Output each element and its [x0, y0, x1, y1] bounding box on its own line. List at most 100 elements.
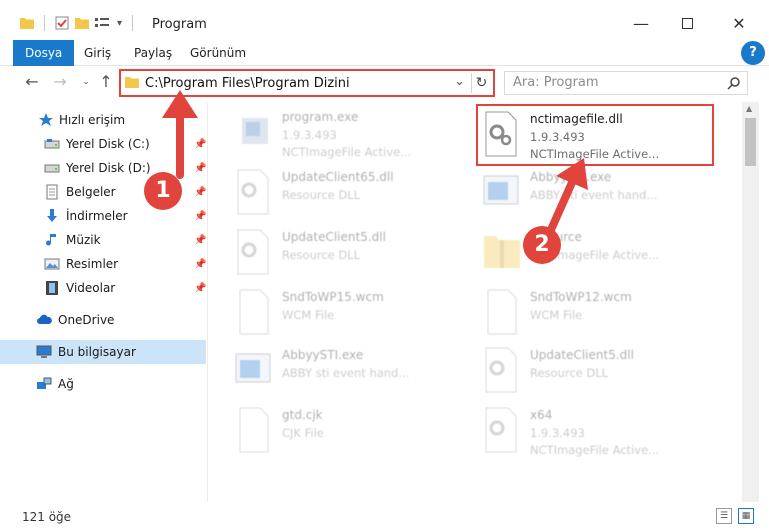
pin-icon[interactable]: 📌 — [194, 235, 206, 246]
search-input[interactable]: Ara: Program — [513, 75, 599, 90]
file-detail: Resource DLL — [282, 188, 361, 202]
address-path[interactable]: C:\Program Files\Program Dizini — [145, 76, 350, 91]
customize-view-icon[interactable] — [95, 17, 111, 29]
file-item[interactable]: SndToWP12.wcm WCM File — [482, 288, 718, 346]
refresh-button[interactable]: ↻ — [471, 73, 491, 93]
forward-button[interactable]: → — [50, 72, 70, 92]
dll-gear-icon — [237, 229, 269, 275]
file-detail: Resource DLL — [530, 366, 609, 380]
nav-quick-access[interactable]: Hızlı erişim — [0, 108, 206, 132]
pin-icon[interactable]: 📌 — [194, 259, 206, 270]
close-icon: ✕ — [732, 13, 746, 33]
maximize-button[interactable] — [664, 8, 710, 38]
file-item[interactable]: x64 1.9.3.493 NCTImageFile Active... — [482, 406, 718, 464]
details-view-button[interactable]: ☰ — [716, 508, 732, 524]
up-button[interactable]: ↑ — [96, 72, 116, 92]
file-item[interactable]: resource NCTImageFile Active... — [482, 228, 718, 286]
file-item[interactable]: UpdateClient5.dll Resource DLL — [482, 346, 718, 404]
tab-giris[interactable]: Giriş — [72, 40, 123, 66]
blank-file-icon — [239, 289, 269, 335]
file-item[interactable]: program.exe 1.9.3.493 NCTImageFile Activ… — [234, 108, 470, 166]
pane-divider[interactable] — [207, 102, 208, 502]
nav-label: OneDrive — [58, 313, 115, 327]
recent-locations-button[interactable]: ⌄ — [76, 72, 96, 92]
file-detail: 1.9.3.493 — [530, 130, 585, 144]
folder-zip-icon — [484, 236, 520, 268]
pin-icon[interactable]: 📌 — [194, 163, 206, 174]
nav-this-pc[interactable]: Bu bilgisayar — [0, 340, 206, 364]
pin-icon[interactable]: 📌 — [194, 211, 206, 222]
download-arrow-icon — [47, 209, 57, 222]
help-button[interactable]: ? — [741, 41, 765, 65]
file-item[interactable]: AbbyySTI.exe ABBY sti event hand... — [234, 346, 470, 404]
nav-videolar[interactable]: Videolar 📌 — [0, 276, 206, 300]
nav-muzik[interactable]: Müzik 📌 — [0, 228, 206, 252]
search-icon[interactable] — [727, 76, 741, 90]
qat-dropdown-icon[interactable]: ▾ — [117, 18, 122, 29]
tab-dosya[interactable]: Dosya — [13, 40, 75, 66]
file-item-nctimagefile-dll[interactable]: nctimagefile.dll 1.9.3.493 NCTImageFile … — [476, 104, 714, 166]
music-note-icon — [46, 234, 56, 246]
maximize-icon — [681, 17, 693, 29]
new-folder-icon[interactable] — [75, 17, 89, 29]
file-name: SndToWP15.wcm — [282, 290, 384, 304]
pin-icon[interactable]: 📌 — [194, 139, 206, 150]
cloud-icon — [37, 314, 52, 324]
file-item[interactable]: UpdateClient65.dll Resource DLL — [234, 168, 470, 226]
file-detail: WCM File — [282, 308, 335, 322]
folder-icon — [125, 77, 139, 88]
item-count: 121 öğe — [22, 510, 72, 524]
address-dropdown-icon[interactable]: ⌄ — [454, 74, 465, 89]
file-detail: NCTImageFile Active... — [282, 145, 412, 159]
scroll-thumb[interactable] — [745, 118, 756, 166]
nav-indirmeler[interactable]: İndirmeler 📌 — [0, 204, 206, 228]
qat-separator-2 — [132, 15, 134, 31]
nav-label: Yerel Disk (D:) — [66, 161, 151, 175]
nav-onedrive[interactable]: OneDrive — [0, 308, 206, 332]
pin-icon[interactable]: 📌 — [194, 283, 206, 294]
file-item[interactable]: gtd.cjk CJK File — [234, 406, 470, 464]
file-item[interactable]: SndToWP15.wcm WCM File — [234, 288, 470, 346]
file-name: SndToWP12.wcm — [530, 290, 632, 304]
tab-paylas[interactable]: Paylaş — [122, 40, 184, 66]
navigation-pane: Hızlı erişim Yerel Disk (C:) 📌 Yerel Dis… — [0, 102, 206, 502]
file-item[interactable]: AbbyySTI.exe ABBY sti event hand... — [482, 168, 718, 226]
nav-resimler[interactable]: Resimler 📌 — [0, 252, 206, 276]
drive-icon — [44, 164, 60, 173]
properties-check-icon[interactable] — [55, 16, 69, 30]
file-detail: CJK File — [282, 426, 324, 440]
file-detail: ABBY sti event hand... — [530, 188, 658, 202]
nav-network[interactable]: Ağ — [0, 372, 206, 396]
pin-icon[interactable]: 📌 — [194, 187, 206, 198]
window-title: Program — [152, 17, 207, 32]
picture-icon — [44, 258, 60, 270]
tab-gorunum[interactable]: Görünüm — [178, 40, 258, 66]
title-bar: ▾ Program — ✕ — [0, 0, 769, 40]
nav-label: Yerel Disk (C:) — [66, 137, 150, 151]
minimize-button[interactable]: — — [618, 8, 664, 38]
address-bar[interactable]: C:\Program Files\Program Dizini ⌄ ↻ — [119, 69, 495, 97]
file-name: UpdateClient5.dll — [282, 230, 386, 244]
status-bar: 121 öğe ☰ ▦ — [0, 502, 769, 531]
close-button[interactable]: ✕ — [716, 8, 762, 38]
scroll-up-icon[interactable]: ▲ — [746, 104, 752, 113]
details-view-icon: ☰ — [719, 511, 729, 521]
film-icon — [46, 281, 58, 295]
file-detail: Resource DLL — [282, 248, 361, 262]
window-app-icon — [235, 353, 271, 383]
back-button[interactable]: ← — [22, 72, 42, 92]
file-item[interactable]: UpdateClient5.dll Resource DLL — [234, 228, 470, 286]
file-name: UpdateClient5.dll — [530, 348, 634, 362]
vertical-scrollbar[interactable]: ▲ — [742, 102, 759, 502]
step-badge-2: 2 — [523, 226, 561, 264]
large-icons-view-button[interactable]: ▦ — [738, 508, 754, 524]
file-detail: WCM File — [530, 308, 583, 322]
search-box[interactable]: Ara: Program — [504, 71, 748, 95]
file-name: AbbyySTI.exe — [282, 348, 364, 362]
nav-label: İndirmeler — [66, 209, 128, 223]
nav-local-disk-c[interactable]: Yerel Disk (C:) 📌 — [0, 132, 206, 156]
file-name: nctimagefile.dll — [530, 112, 623, 126]
nav-label: Ağ — [58, 377, 74, 391]
step-badge-1: 1 — [144, 172, 182, 210]
file-detail: NCTImageFile Active... — [530, 443, 660, 457]
